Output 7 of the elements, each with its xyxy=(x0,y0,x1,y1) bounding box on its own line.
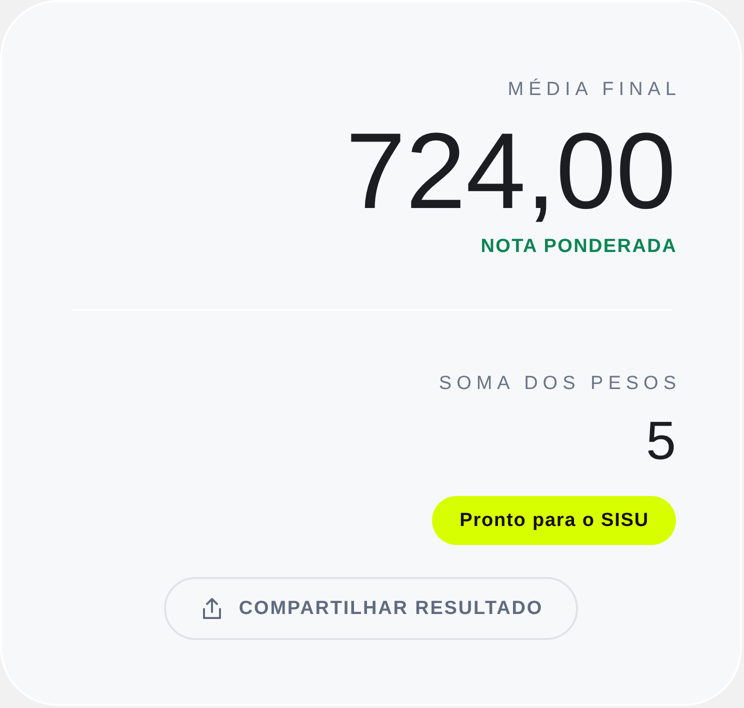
weighted-score-caption: NOTA PONDERADA xyxy=(480,236,677,258)
weights-sum-label: SOMA DOS PESOS xyxy=(438,372,681,396)
average-label: MÉDIA FINAL xyxy=(508,78,681,102)
average-value: 724,00 xyxy=(346,116,676,226)
share-result-button[interactable]: COMPARTILHAR RESULTADO xyxy=(164,577,578,640)
status-badge: Pronto para o SISU xyxy=(432,496,676,545)
weights-sum-value: 5 xyxy=(646,412,676,470)
